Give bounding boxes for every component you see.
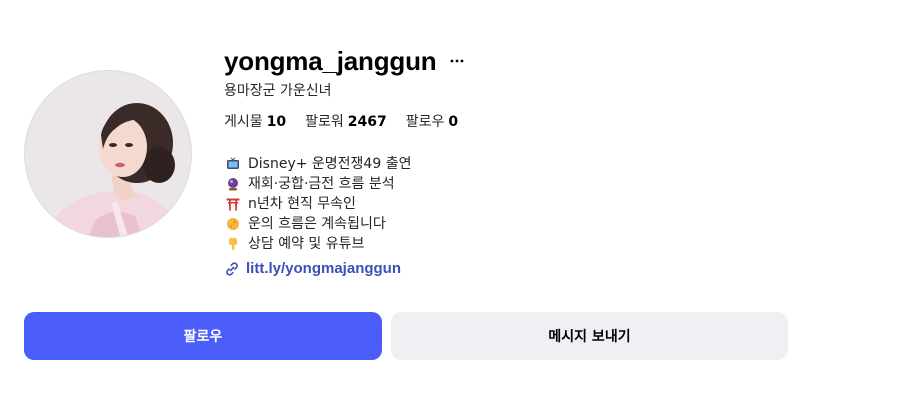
followers-label: 팔로워 xyxy=(305,114,344,130)
bio-link[interactable]: litt.ly/yongmajanggun xyxy=(224,260,784,277)
follow-button[interactable]: 팔로우 xyxy=(24,312,382,360)
moon-icon xyxy=(227,218,239,230)
bio-line-text: 재회·궁합·금전 흐름 분석 xyxy=(248,176,395,192)
posts-count: 10 xyxy=(266,114,287,130)
profile-info: yongma_janggun 용마장군 가운신녀 게시물 10 팔로워 2467 팔… xyxy=(224,44,784,277)
bio-line-text: 운의 흐름은 계속됩니다 xyxy=(248,216,386,232)
posts-label: 게시물 xyxy=(224,114,263,130)
torii-gate-icon xyxy=(226,198,240,211)
posts-count-stat[interactable]: 게시물 10 xyxy=(224,113,286,131)
link-icon xyxy=(226,261,238,276)
full-name: 용마장군 가운신녀 xyxy=(224,83,332,99)
bio-link-text: litt.ly/yongmajanggun xyxy=(246,260,402,277)
more-options-icon[interactable] xyxy=(450,54,464,68)
bio: Disney+ 운명전쟁49 출연 재회·궁합·금전 흐름 분석 n년차 현직 … xyxy=(224,154,784,254)
avatar[interactable] xyxy=(24,70,192,238)
profile-header: yongma_janggun 용마장군 가운신녀 게시물 10 팔로워 2467 팔… xyxy=(0,0,916,400)
followers-count-stat[interactable]: 팔로워 2467 xyxy=(305,113,387,131)
bio-line-text: n년차 현직 무속인 xyxy=(248,196,356,212)
crystal-ball-icon xyxy=(228,178,238,191)
pointing-down-icon xyxy=(229,238,237,250)
bio-line-text: Disney+ 운명전쟁49 출연 xyxy=(248,156,412,172)
following-count-stat[interactable]: 팔로우 0 xyxy=(406,113,458,131)
followers-count: 2467 xyxy=(347,114,387,130)
bio-line: 재회·궁합·금전 흐름 분석 xyxy=(224,174,784,194)
bio-line: Disney+ 운명전쟁49 출연 xyxy=(224,154,784,174)
following-label: 팔로우 xyxy=(405,114,445,130)
tv-icon xyxy=(227,157,239,169)
bio-line: n년차 현직 무속인 xyxy=(224,194,784,214)
bio-line: 운의 흐름은 계속됩니다 xyxy=(224,214,784,234)
username: yongma_janggun xyxy=(224,46,437,76)
profile-stats: 게시물 10 팔로워 2467 팔로우 0 xyxy=(224,113,784,131)
bio-line-text: 상담 예약 및 유튜브 xyxy=(248,236,365,252)
bio-line: 상담 예약 및 유튜브 xyxy=(224,234,784,254)
username-row: yongma_janggun xyxy=(224,44,784,78)
send-message-button[interactable]: 메시지 보내기 xyxy=(391,312,788,360)
following-count: 0 xyxy=(448,114,459,130)
avatar-photo xyxy=(25,71,191,237)
